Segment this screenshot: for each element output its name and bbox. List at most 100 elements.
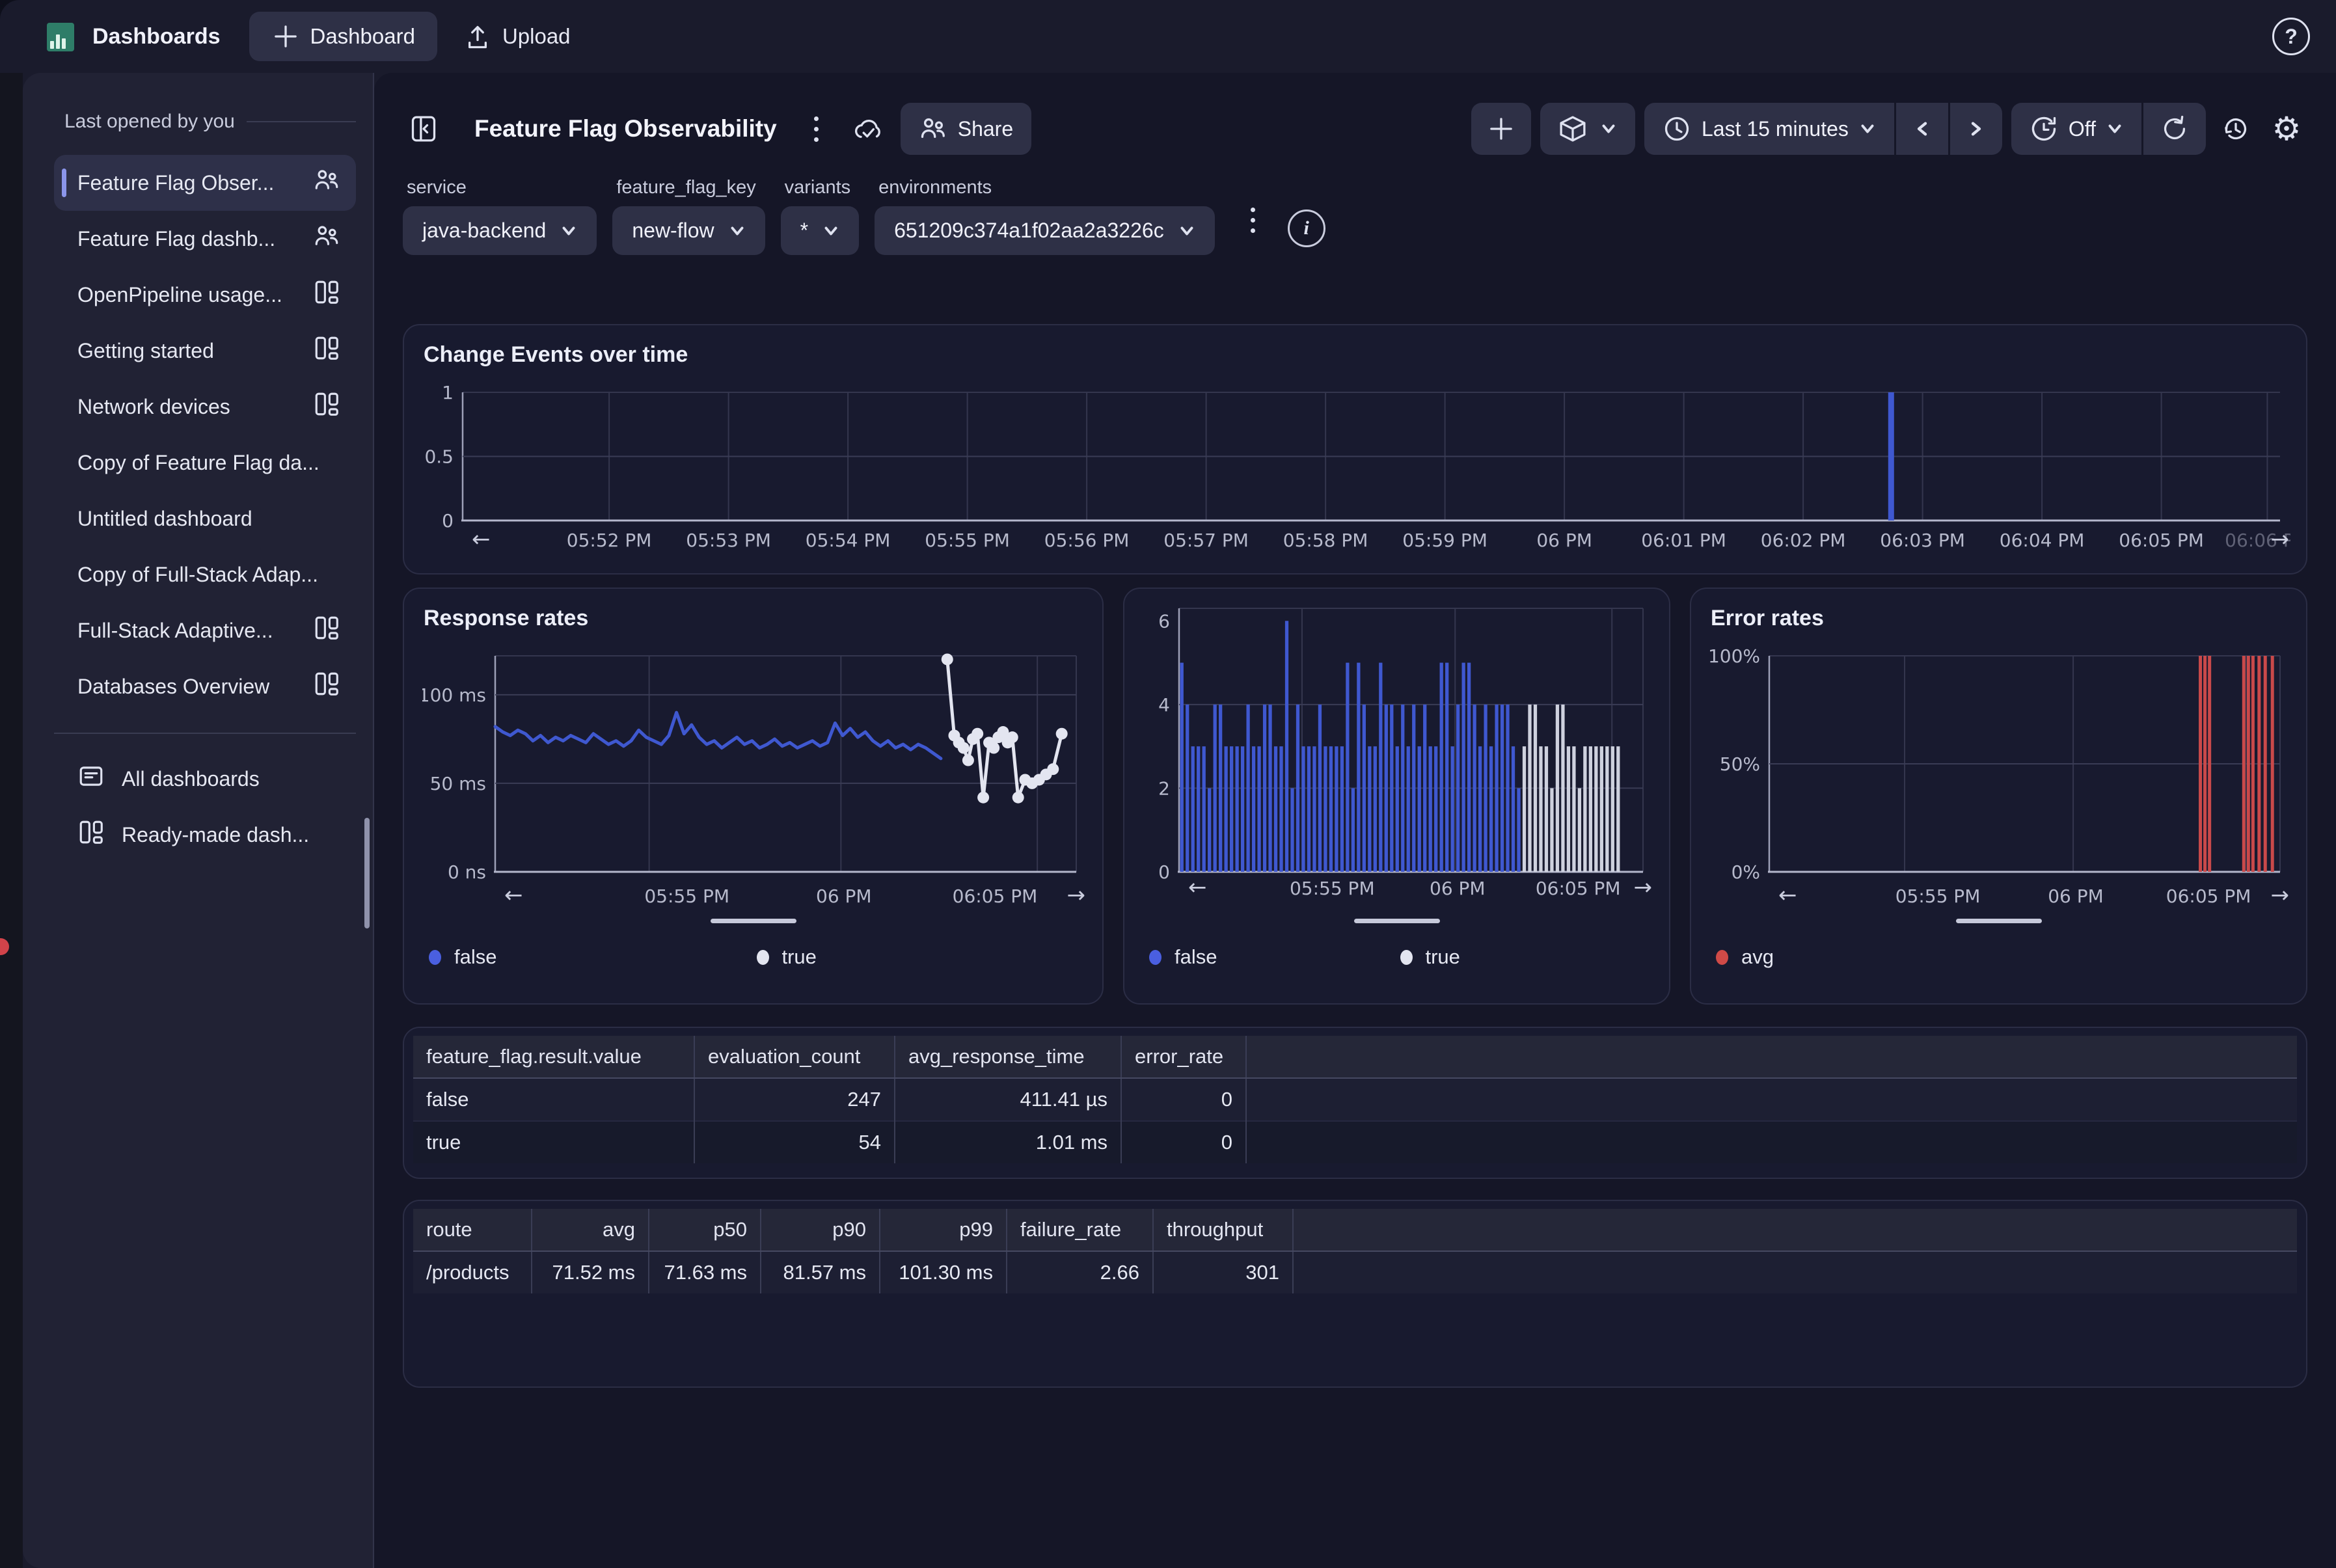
sidebar-item-ready-made-dash[interactable]: Ready-made dash... — [54, 807, 356, 863]
chevron-down-icon — [729, 225, 746, 237]
filter-dropdown[interactable]: * — [781, 206, 859, 255]
svg-text:6: 6 — [1158, 610, 1170, 632]
svg-text:06 PM: 06 PM — [1536, 530, 1592, 551]
timeframe-forward-button[interactable] — [1950, 103, 2002, 155]
refresh-button[interactable] — [2143, 103, 2206, 155]
sidebar-item-dashboard[interactable]: Databases Overview — [54, 658, 356, 714]
dashboard-name: OpenPipeline usage... — [77, 283, 282, 307]
sidebar-scrollbar[interactable] — [364, 818, 370, 928]
dashboard-name: Copy of Feature Flag da... — [77, 451, 319, 475]
nav-label: All dashboards — [122, 767, 260, 791]
column-header[interactable]: avg_response_time — [895, 1036, 1121, 1078]
auto-refresh-selector[interactable]: Off — [2011, 103, 2141, 155]
evaluations-chart[interactable]: 024605:55 PM06 PM06:05 PM←→ — [1143, 602, 1653, 901]
settings-button[interactable]: ⚙ — [2266, 103, 2307, 155]
filter-environments: environments 651209c374a1f02aa2a3226c — [875, 177, 1215, 255]
notification-badge — [0, 938, 9, 955]
column-header[interactable]: p90 — [761, 1209, 880, 1251]
chart-scroll-indicator[interactable] — [711, 919, 796, 923]
dashboard-content: Change Events over time 00.5105:52 PM05:… — [403, 324, 2307, 1388]
column-header[interactable]: failure_rate — [1007, 1209, 1153, 1251]
upload-button[interactable]: Upload — [446, 12, 588, 61]
panel-flag-results-table: feature_flag.result.valueevaluation_coun… — [403, 1027, 2307, 1179]
table-row[interactable]: true541.01 ms0 — [413, 1121, 2297, 1163]
legend-item-true[interactable]: true — [757, 945, 817, 969]
dashboard-name: Feature Flag dashb... — [77, 227, 275, 251]
filter-menu-button[interactable] — [1237, 194, 1270, 246]
svg-text:06:04 PM: 06:04 PM — [2000, 530, 2085, 551]
sync-status-button[interactable] — [846, 103, 888, 155]
legend-dot — [1716, 950, 1728, 965]
charts-row: Response rates 0 ns50 ms100 ms05:55 PM06… — [403, 588, 2307, 1005]
dashboard-menu-button[interactable] — [800, 103, 833, 155]
svg-text:0: 0 — [1158, 861, 1170, 883]
chevron-right-icon — [1970, 120, 1983, 137]
filter-label: service — [407, 177, 597, 198]
filter-label: environments — [878, 177, 1215, 198]
timeframe-back-button[interactable] — [1896, 103, 1948, 155]
header-filler — [1246, 1036, 2297, 1078]
table-cell: 0 — [1121, 1121, 1246, 1163]
collapse-sidebar-button[interactable] — [403, 103, 444, 155]
column-header[interactable]: feature_flag.result.value — [413, 1036, 694, 1078]
table-cell: 411.41 µs — [895, 1078, 1121, 1121]
table-cell: /products — [413, 1251, 532, 1293]
table-cell: 81.57 ms — [761, 1251, 880, 1293]
share-button[interactable]: Share — [901, 103, 1031, 155]
sidebar-item-dashboard[interactable]: Feature Flag Obser... — [54, 155, 356, 211]
history-button[interactable] — [2215, 103, 2257, 155]
filter-dropdown[interactable]: java-backend — [403, 206, 597, 255]
row-filler — [1293, 1251, 2297, 1293]
sidebar-item-dashboard[interactable]: Full-Stack Adaptive... — [54, 602, 356, 658]
response-rates-chart[interactable]: 0 ns50 ms100 ms05:55 PM06 PM06:05 PM←→ — [422, 647, 1087, 914]
app-title: Dashboards — [92, 24, 221, 49]
filter-dropdown[interactable]: 651209c374a1f02aa2a3226c — [875, 206, 1215, 255]
legend-label: true — [1426, 945, 1460, 969]
table-row[interactable]: false247411.41 µs0 — [413, 1078, 2297, 1121]
svg-text:←: ← — [472, 526, 491, 552]
table-cell: false — [413, 1078, 694, 1121]
column-header[interactable]: throughput — [1153, 1209, 1293, 1251]
sidebar-item-dashboard[interactable]: Copy of Full-Stack Adap... — [54, 547, 356, 602]
legend-item-false[interactable]: false — [429, 945, 496, 969]
legend-item-avg[interactable]: avg — [1716, 945, 1774, 969]
filter-label: feature_flag_key — [616, 177, 765, 198]
sidebar-item-all-dashboards[interactable]: All dashboards — [54, 751, 356, 807]
sidebar-item-dashboard[interactable]: Feature Flag dashb... — [54, 211, 356, 267]
column-header[interactable]: p99 — [880, 1209, 1007, 1251]
table-row[interactable]: /products71.52 ms71.63 ms81.57 ms101.30 … — [413, 1251, 2297, 1293]
sidebar-item-dashboard[interactable]: Copy of Feature Flag da... — [54, 435, 356, 491]
column-header[interactable]: evaluation_count — [694, 1036, 895, 1078]
legend-item-true[interactable]: true — [1400, 945, 1460, 969]
refresh-icon — [2160, 115, 2189, 143]
add-tile-button[interactable] — [1471, 103, 1531, 155]
change-events-chart[interactable]: 00.5105:52 PM05:53 PM05:54 PM05:55 PM05:… — [422, 383, 2290, 555]
svg-text:05:55 PM: 05:55 PM — [925, 530, 1010, 551]
scope-selector[interactable] — [1540, 103, 1635, 155]
panel-title: Change Events over time — [424, 342, 688, 368]
column-header[interactable]: error_rate — [1121, 1036, 1246, 1078]
timeframe-selector[interactable]: Last 15 minutes — [1644, 103, 1894, 155]
chart-scroll-indicator[interactable] — [1354, 919, 1440, 923]
cube-icon — [1558, 115, 1587, 143]
info-icon[interactable]: i — [1288, 210, 1325, 247]
error-rates-chart[interactable]: 0%50%100%05:55 PM06 PM06:05 PM←→ — [1709, 647, 2290, 914]
column-header[interactable]: p50 — [649, 1209, 761, 1251]
filter-dropdown[interactable]: new-flow — [612, 206, 765, 255]
table-cell: 71.63 ms — [649, 1251, 761, 1293]
sidebar-item-dashboard[interactable]: Untitled dashboard — [54, 491, 356, 547]
column-header[interactable]: route — [413, 1209, 532, 1251]
sidebar-item-dashboard[interactable]: OpenPipeline usage... — [54, 267, 356, 323]
sidebar-item-dashboard[interactable]: Network devices — [54, 379, 356, 435]
column-header[interactable]: avg — [532, 1209, 649, 1251]
sidebar-item-dashboard[interactable]: Getting started — [54, 323, 356, 379]
help-icon[interactable]: ? — [2272, 18, 2310, 55]
svg-text:06 PM: 06 PM — [2048, 885, 2104, 907]
main-area: Feature Flag Observability Share — [374, 73, 2336, 1568]
tab-new-dashboard[interactable]: Dashboard — [249, 12, 437, 61]
legend-item-false[interactable]: false — [1149, 945, 1217, 969]
svg-text:100%: 100% — [1709, 647, 1760, 667]
filter-value: java-backend — [422, 219, 546, 243]
chart-scroll-indicator[interactable] — [1956, 919, 2042, 923]
upload-icon — [463, 22, 492, 51]
